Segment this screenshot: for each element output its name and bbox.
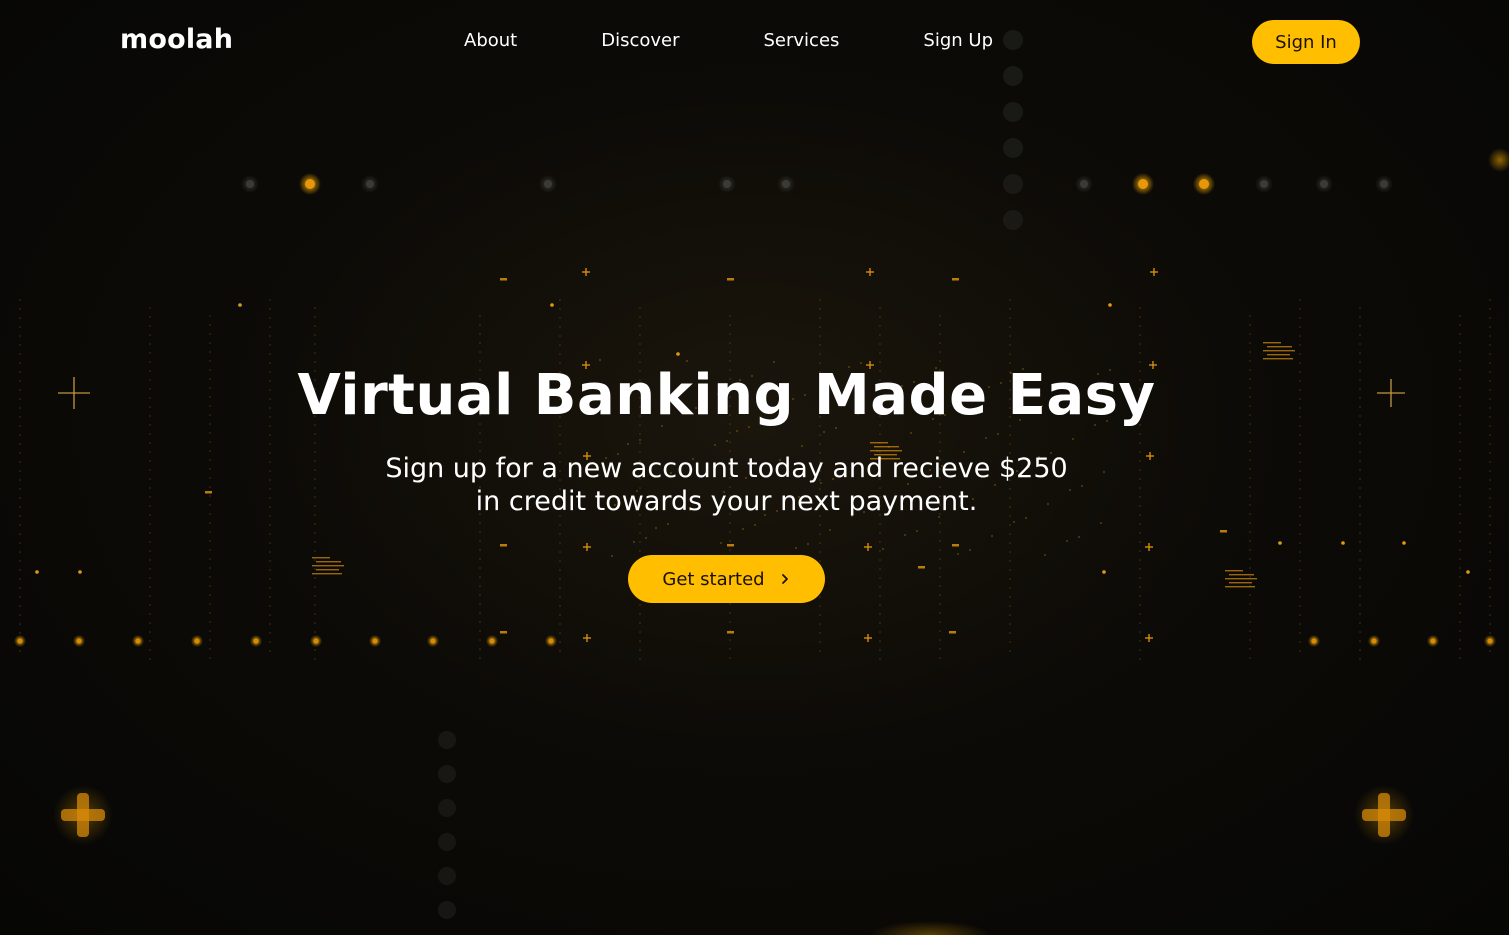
nav-link-discover[interactable]: Discover	[601, 30, 679, 51]
nav-item-sign-up: Sign Up	[923, 30, 1077, 51]
nav-link-sign-up[interactable]: Sign Up	[923, 30, 993, 51]
hero-section: Virtual Banking Made Easy Sign up for a …	[0, 360, 1509, 518]
nav-item-about: About	[464, 30, 601, 51]
nav-link-about[interactable]: About	[464, 30, 517, 51]
nav-link-services[interactable]: Services	[764, 30, 840, 51]
hero-subtitle-line-2: in credit towards your next payment.	[475, 486, 978, 517]
get-started-label: Get started	[662, 568, 765, 590]
hero-title: Virtual Banking Made Easy	[297, 363, 1156, 428]
nav-menu: About Discover Services Sign Up	[464, 30, 1077, 51]
brand-logo[interactable]: moolah	[120, 24, 233, 55]
sign-in-button[interactable]: Sign In	[1252, 20, 1360, 64]
chevron-right-icon	[781, 574, 788, 584]
nav-item-discover: Discover	[601, 30, 763, 51]
nav-item-services: Services	[764, 30, 924, 51]
navbar: moolah About Discover Services Sign Up S…	[0, 0, 1509, 86]
hero-subtitle: Sign up for a new account today and reci…	[0, 452, 1509, 518]
hero-subtitle-line-1: Sign up for a new account today and reci…	[385, 453, 1068, 484]
get-started-button[interactable]: Get started	[628, 555, 825, 603]
page: moolah About Discover Services Sign Up S…	[0, 0, 1509, 935]
